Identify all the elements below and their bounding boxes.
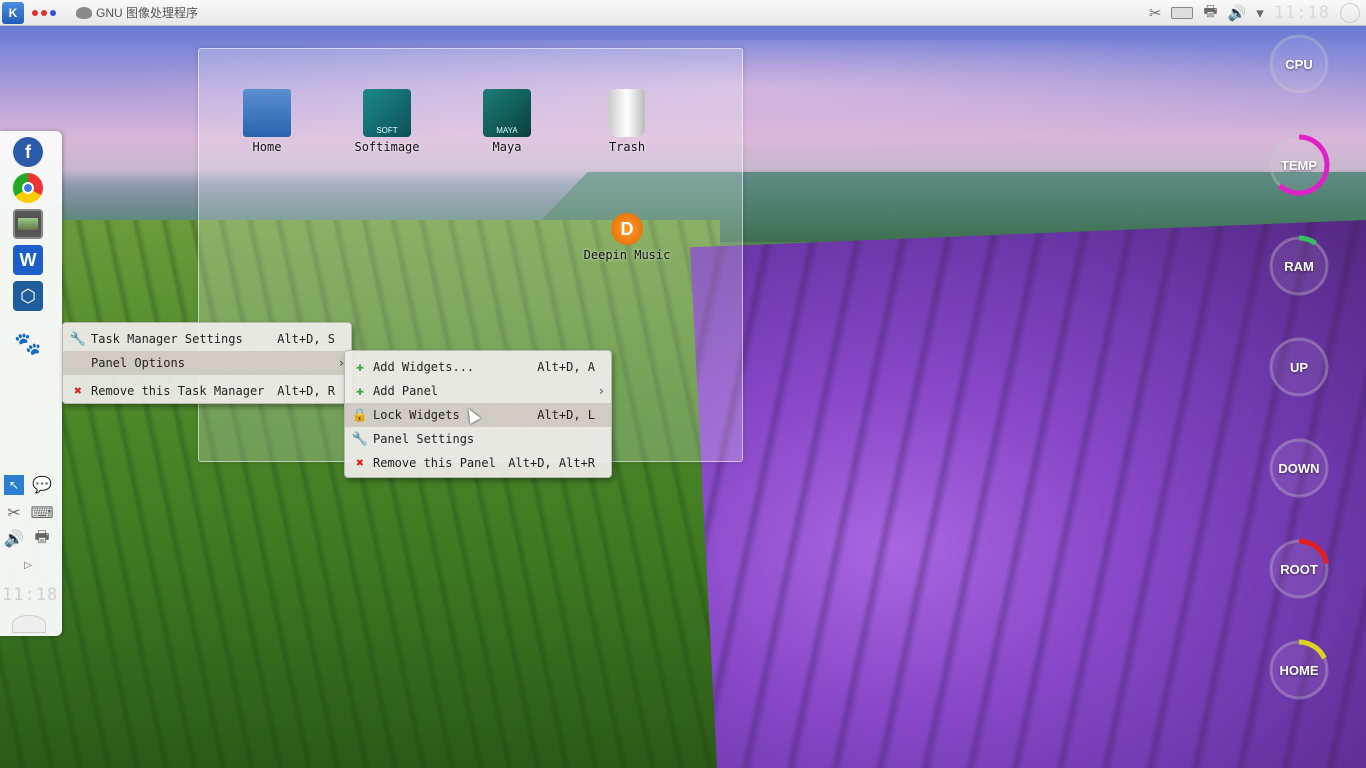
gauge-label: RAM <box>1284 258 1314 274</box>
window-title-text: GNU 图像处理程序 <box>96 6 199 20</box>
menu-item-label: Panel Options <box>91 356 185 370</box>
gauge-cpu[interactable]: CPU <box>1267 32 1331 96</box>
menu-item-label: Add Panel <box>373 384 439 398</box>
chevron-right-icon: › <box>597 384 605 398</box>
menu-item-label: Add Widgets... <box>373 360 475 374</box>
close-icon: ✖ <box>74 383 82 399</box>
menu-item-panel-options[interactable]: Panel Options › <box>63 351 351 375</box>
add-icon: ✚ <box>356 383 364 399</box>
scissors-icon[interactable]: ✂ <box>4 503 24 523</box>
menu-item-remove-panel[interactable]: ✖ Remove this Panel Alt+D, Alt+R <box>345 451 611 475</box>
desktop-icon-softimage[interactable]: SOFT Softimage <box>332 89 442 154</box>
gauge-root[interactable]: ROOT <box>1267 537 1331 601</box>
wrench-icon: 🔧 <box>69 331 87 347</box>
menu-item-remove-task-manager[interactable]: ✖ Remove this Task Manager Alt+D, R <box>63 379 351 403</box>
wrench-icon: 🔧 <box>351 431 369 447</box>
task-manager-context-menu: 🔧 Task Manager Settings Alt+D, S Panel O… <box>62 322 352 404</box>
softimage-icon: SOFT <box>363 89 411 137</box>
icon-label: Maya <box>492 140 522 154</box>
maya-badge: MAYA <box>496 126 518 135</box>
gauge-home[interactable]: HOME <box>1267 638 1331 702</box>
menu-item-label: Lock Widgets <box>373 408 460 422</box>
deepin-music-icon: D <box>611 213 643 245</box>
gauge-label: DOWN <box>1278 460 1320 476</box>
menu-item-shortcut: Alt+D, Alt+R <box>508 456 595 470</box>
gauge-down[interactable]: DOWN <box>1267 436 1331 500</box>
menu-item-shortcut: Alt+D, A <box>537 360 595 374</box>
volume-icon[interactable]: 🔊 <box>1228 4 1247 22</box>
gimp-icon[interactable]: 🐾 <box>13 329 43 359</box>
trash-icon <box>609 89 645 137</box>
gauge-label: TEMP <box>1280 157 1318 173</box>
icon-label: Trash <box>608 140 646 154</box>
gauge-ram[interactable]: RAM <box>1267 234 1331 298</box>
menu-item-shortcut: Alt+D, L <box>537 408 595 422</box>
chevron-right-icon[interactable]: ▷ <box>18 555 38 575</box>
desktop-icon[interactable]: ↖ <box>4 475 24 495</box>
close-icon: ✖ <box>356 455 364 471</box>
gauge-label: HOME <box>1279 662 1319 678</box>
wps-writer-icon[interactable]: W <box>13 245 43 275</box>
kde-k-icon[interactable]: K <box>2 1 24 24</box>
keyboard-icon[interactable]: ⌨ <box>30 503 53 523</box>
menu-item-shortcut: Alt+D, R <box>277 384 335 398</box>
chat-icon[interactable]: 💬 <box>32 475 52 495</box>
keyboard-icon[interactable] <box>1171 7 1194 19</box>
menu-item-panel-settings[interactable]: 🔧 Panel Settings <box>345 427 611 451</box>
image-viewer-icon[interactable] <box>13 209 43 239</box>
icon-label: Deepin Music <box>583 248 671 262</box>
virtualbox-icon[interactable]: ⬡ <box>13 281 43 311</box>
chevron-down-icon[interactable]: ▾ <box>1256 4 1264 22</box>
left-clock[interactable]: 11:18 <box>2 585 58 605</box>
gimp-icon <box>76 6 92 19</box>
desktop-icon-trash[interactable]: Trash <box>572 89 682 154</box>
menu-item-label: Remove this Panel <box>373 456 496 470</box>
power-icon[interactable] <box>1340 3 1360 23</box>
menu-item-add-panel[interactable]: ✚ Add Panel › <box>345 379 611 403</box>
desktop-icon-maya[interactable]: MAYA Maya <box>452 89 562 154</box>
gauge-up[interactable]: UP <box>1267 335 1331 399</box>
chrome-icon[interactable] <box>13 173 43 203</box>
desktop-icon-deepin-music[interactable]: D Deepin Music <box>572 197 682 262</box>
gauge-label: UP <box>1289 359 1309 375</box>
gauge-label: CPU <box>1285 56 1313 72</box>
scissors-icon[interactable]: ✂ <box>1149 4 1162 22</box>
softimage-badge: SOFT <box>376 126 398 135</box>
icon-label: Softimage <box>354 140 420 154</box>
gauge-label: ROOT <box>1280 561 1318 577</box>
top-clock[interactable]: 11:18 <box>1274 3 1330 23</box>
lock-icon: 🔒 <box>351 407 369 423</box>
menu-item-label: Task Manager Settings <box>91 332 243 346</box>
maya-icon: MAYA <box>483 89 531 137</box>
desktop-icon-home[interactable]: Home <box>212 89 322 154</box>
window-dots[interactable] <box>32 9 56 16</box>
printer-icon[interactable]: 🖶 <box>1203 1 1217 26</box>
left-panel: f W ⬡ 🐾 ↖ 💬 ✂ ⌨ 🔊 🖶 ▷ 11:18 <box>0 131 62 636</box>
wallpaper-lavender-field <box>690 220 1366 768</box>
gauge-temp[interactable]: TEMP <box>1267 133 1331 197</box>
menu-item-shortcut: Alt+D, S <box>277 332 335 346</box>
printer-icon[interactable]: 🖶 <box>32 529 52 549</box>
menu-item-label: Remove this Task Manager <box>91 384 265 398</box>
menu-item-add-widgets[interactable]: ✚ Add Widgets... Alt+D, A <box>345 355 611 379</box>
icon-label: Home <box>252 140 282 154</box>
fedora-icon[interactable]: f <box>13 137 43 167</box>
top-panel: K GNU 图像处理程序 ✂ 🖶 🔊 ▾ 11:18 <box>0 0 1366 26</box>
active-window-title[interactable]: GNU 图像处理程序 <box>76 4 198 21</box>
power-icon[interactable] <box>12 615 46 633</box>
home-folder-icon <box>243 89 291 137</box>
system-tray: ✂ 🖶 🔊 ▾ 11:18 <box>1149 0 1360 26</box>
add-icon: ✚ <box>356 359 364 375</box>
menu-item-label: Panel Settings <box>373 432 475 446</box>
volume-icon[interactable]: 🔊 <box>4 529 24 549</box>
menu-item-task-manager-settings[interactable]: 🔧 Task Manager Settings Alt+D, S <box>63 327 351 351</box>
